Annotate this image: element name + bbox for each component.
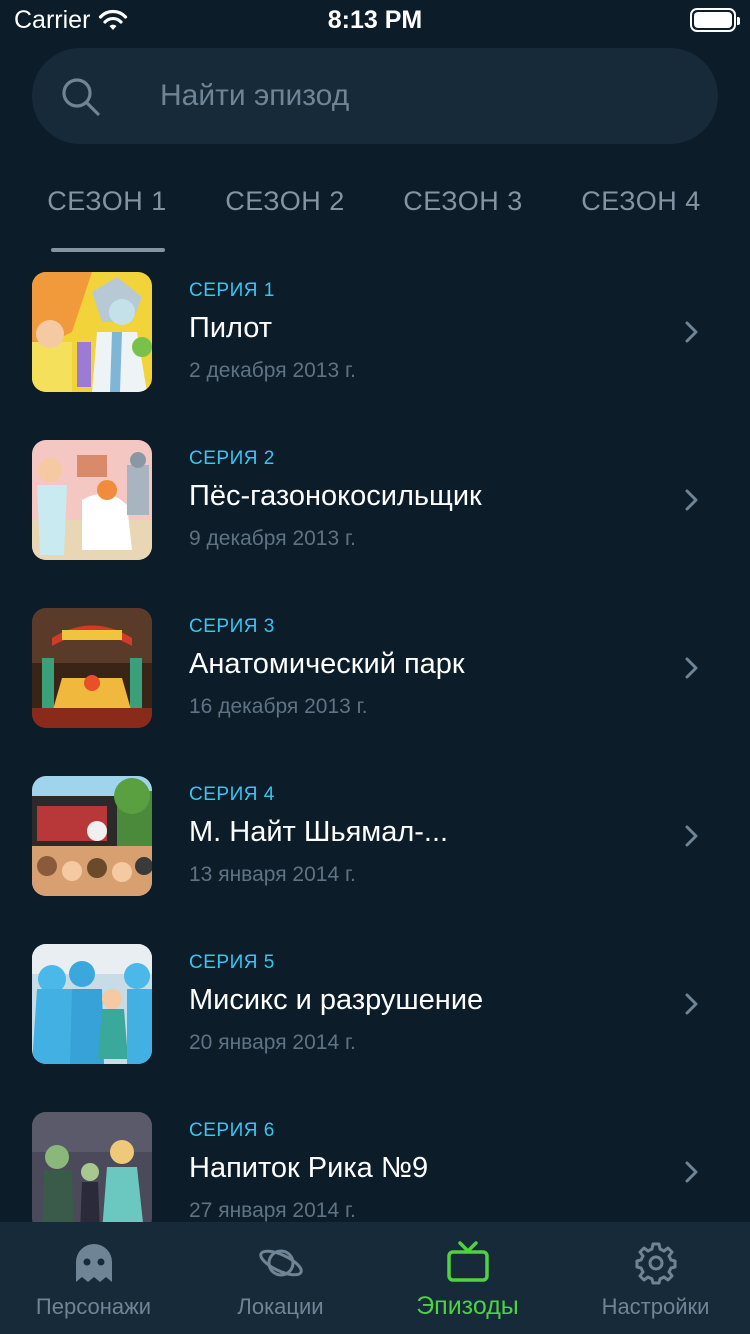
tabbar-label: Эпизоды: [416, 1292, 519, 1320]
tab-season-1[interactable]: СЕЗОН 1: [27, 186, 187, 217]
episode-thumbnail: [32, 272, 152, 392]
tabbar-label: Настройки: [601, 1294, 710, 1319]
tab-season-3[interactable]: СЕЗОН 3: [383, 186, 543, 217]
episode-row-1[interactable]: СЕРИЯ 1 Пилот 2 декабря 2013 г.: [0, 258, 750, 426]
episode-row-2[interactable]: СЕРИЯ 2 Пёс-газонокосильщик 9 декабря 20…: [0, 426, 750, 594]
status-time: 8:13 PM: [327, 6, 423, 34]
chevron-right-icon: [685, 657, 698, 679]
episode-air-date: 13 января 2014 г.: [189, 863, 356, 886]
battery-icon: [690, 8, 740, 32]
episode-row-3[interactable]: СЕРИЯ 3 Анатомический парк 16 декабря 20…: [0, 594, 750, 762]
tab-season-4[interactable]: СЕЗОН 4: [561, 186, 721, 217]
episode-thumbnail: [32, 776, 152, 896]
gear-icon: [635, 1242, 677, 1285]
episode-air-date: 27 января 2014 г.: [189, 1199, 356, 1222]
tab-selection-indicator: [51, 248, 165, 252]
episode-air-date: 20 января 2014 г.: [189, 1031, 356, 1054]
tv-icon: [447, 1241, 489, 1282]
episode-number: СЕРИЯ 5: [189, 952, 275, 973]
episode-number: СЕРИЯ 2: [189, 448, 275, 469]
episode-number: СЕРИЯ 6: [189, 1120, 275, 1141]
search-input[interactable]: [160, 48, 680, 144]
chevron-right-icon: [685, 993, 698, 1015]
episode-number: СЕРИЯ 1: [189, 280, 275, 301]
episode-air-date: 2 декабря 2013 г.: [189, 359, 356, 382]
episode-thumbnail: [32, 1112, 152, 1222]
episode-number: СЕРИЯ 3: [189, 616, 275, 637]
episode-thumbnail: [32, 440, 152, 560]
season-tabs: СЕЗОН 1 СЕЗОН 2 СЕЗОН 3 СЕЗОН 4: [0, 180, 750, 252]
tabbar-item-locations[interactable]: Локации: [187, 1222, 374, 1334]
episode-title: Анатомический парк: [189, 648, 465, 680]
chevron-right-icon: [685, 321, 698, 343]
tabbar-item-episodes[interactable]: Эпизоды: [374, 1222, 561, 1334]
ghost-icon: [76, 1244, 112, 1282]
status-bar: Carrier 8:13 PM: [0, 0, 750, 40]
episode-title: Мисикс и разрушение: [189, 984, 484, 1016]
search-bar[interactable]: [32, 48, 718, 144]
episode-row-5[interactable]: СЕРИЯ 5 Мисикс и разрушение 20 января 20…: [0, 930, 750, 1098]
bottom-tab-bar: Персонажи Локации Эпизоды Настройки: [0, 1222, 750, 1334]
episode-thumbnail: [32, 944, 152, 1064]
tabbar-label: Локации: [237, 1294, 324, 1319]
episode-thumbnail: [32, 608, 152, 728]
episode-row-6[interactable]: СЕРИЯ 6 Напиток Рика №9 27 января 2014 г…: [0, 1098, 750, 1222]
tab-season-2[interactable]: СЕЗОН 2: [205, 186, 365, 217]
chevron-right-icon: [685, 1161, 698, 1183]
episode-title: Пилот: [189, 312, 273, 344]
episode-air-date: 16 декабря 2013 г.: [189, 695, 368, 718]
episode-title: Пёс-газонокосильщик: [189, 480, 482, 512]
episode-row-4[interactable]: СЕРИЯ 4 М. Найт Шьямал-... 13 января 201…: [0, 762, 750, 930]
chevron-right-icon: [685, 489, 698, 511]
episode-number: СЕРИЯ 4: [189, 784, 275, 805]
episode-title: М. Найт Шьямал-...: [189, 816, 449, 848]
tabbar-label: Персонажи: [35, 1294, 152, 1319]
tabbar-item-characters[interactable]: Персонажи: [0, 1222, 187, 1334]
tabbar-item-settings[interactable]: Настройки: [562, 1222, 749, 1334]
chevron-right-icon: [685, 825, 698, 847]
episode-air-date: 9 декабря 2013 г.: [189, 527, 356, 550]
episode-list[interactable]: СЕРИЯ 1 Пилот 2 декабря 2013 г. СЕРИЯ 2 …: [0, 258, 750, 1222]
search-icon: [62, 78, 100, 116]
planet-icon: [259, 1249, 303, 1277]
episode-title: Напиток Рика №9: [189, 1152, 429, 1184]
